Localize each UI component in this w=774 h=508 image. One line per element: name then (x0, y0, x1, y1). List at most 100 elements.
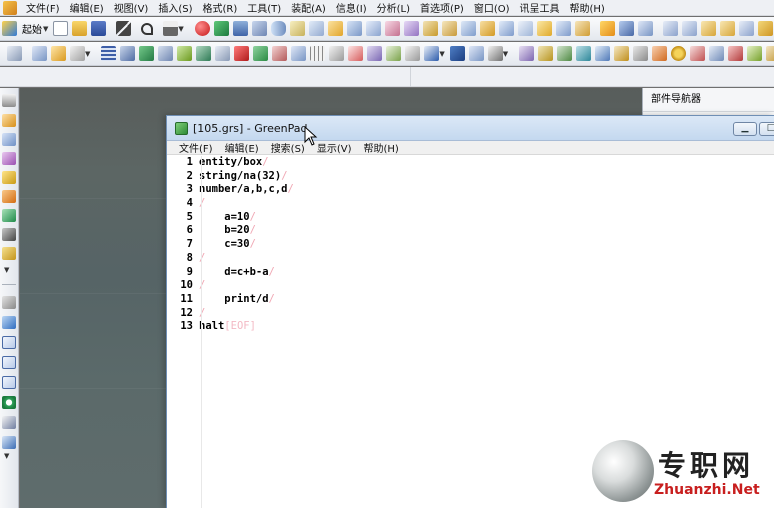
pattern-icon[interactable] (139, 46, 155, 61)
expression-icon[interactable] (120, 46, 136, 61)
start-icon[interactable] (2, 21, 17, 36)
chevron-down-icon[interactable]: ▼ (503, 50, 508, 58)
fit-view-icon[interactable] (757, 21, 773, 36)
sweep-icon[interactable] (346, 21, 362, 36)
filter-icon[interactable] (215, 46, 231, 61)
motion-icon[interactable] (576, 46, 592, 61)
pad-icon[interactable] (422, 21, 438, 36)
plane-icon[interactable] (348, 46, 364, 61)
gp-menu-file[interactable]: 文件(F) (173, 140, 219, 155)
cut-icon[interactable] (116, 21, 132, 36)
mold-icon[interactable] (690, 46, 706, 61)
gear-icon[interactable] (671, 46, 687, 61)
maximize-button[interactable]: □ (759, 122, 774, 136)
wire-cube-icon[interactable] (2, 376, 16, 389)
chart-icon[interactable] (2, 416, 16, 429)
menu-window[interactable]: 窗口(O) (469, 0, 515, 15)
menu-xuncheng-tools[interactable]: 讯呈工具 (515, 0, 565, 15)
feature-icon[interactable] (213, 21, 229, 36)
groove-icon[interactable] (460, 21, 476, 36)
editor-line[interactable]: 4/ (167, 197, 774, 211)
intersect-icon[interactable] (2, 228, 16, 241)
editor-line[interactable]: 2 string/na(32) / (167, 170, 774, 184)
revolve-icon[interactable] (327, 21, 343, 36)
constraint-icon[interactable] (538, 46, 554, 61)
component-icon[interactable] (70, 46, 85, 61)
text-icon[interactable] (424, 46, 440, 61)
new-file-icon[interactable] (53, 21, 69, 36)
chevron-down-icon[interactable]: ▼ (85, 50, 90, 58)
menu-preferences[interactable]: 首选项(P) (415, 0, 469, 15)
scroll-down-icon[interactable]: ▼ (4, 266, 9, 274)
shell-icon[interactable] (536, 21, 552, 36)
curve-icon[interactable] (618, 21, 634, 36)
render-icon[interactable] (468, 46, 484, 61)
menu-file[interactable]: 文件(F) (21, 0, 65, 15)
editor-line[interactable]: 9 d=c+b-a / (167, 266, 774, 280)
menu-insert[interactable]: 插入(S) (153, 0, 197, 15)
print-icon[interactable] (163, 21, 179, 36)
sheet-icon[interactable] (32, 46, 47, 61)
sphere-icon[interactable] (194, 21, 210, 36)
minimize-button[interactable]: ▁ (733, 122, 757, 136)
grid-icon[interactable] (310, 46, 326, 61)
gp-menu-help[interactable]: 帮助(H) (358, 140, 405, 155)
ruler-icon[interactable] (2, 94, 16, 107)
pocket-icon[interactable] (403, 21, 419, 36)
csys-icon[interactable] (367, 46, 383, 61)
editor-line[interactable]: 13 halt [EOF] (167, 320, 774, 334)
draft-icon[interactable] (555, 21, 571, 36)
surface-icon[interactable] (599, 21, 615, 36)
cylinder-icon[interactable] (270, 21, 286, 36)
dimension-icon[interactable] (386, 46, 402, 61)
measure-icon[interactable] (177, 46, 193, 61)
view-right-icon[interactable] (700, 21, 716, 36)
editor-line[interactable]: 7 c=30/ (167, 238, 774, 252)
save-icon[interactable] (91, 21, 107, 36)
knowledge-icon[interactable] (766, 46, 774, 61)
paint-icon[interactable] (2, 436, 16, 449)
offset-icon[interactable] (2, 190, 16, 203)
body-icon[interactable] (253, 46, 269, 61)
gp-menu-edit[interactable]: 编辑(E) (219, 140, 265, 155)
lock-icon[interactable] (232, 21, 248, 36)
point-icon[interactable] (272, 46, 288, 61)
color-icon[interactable] (234, 46, 250, 61)
annotation-icon[interactable] (405, 46, 421, 61)
manufacturing-icon[interactable] (614, 46, 630, 61)
weld-icon[interactable] (652, 46, 668, 61)
shade-icon[interactable] (487, 46, 503, 61)
datum-icon[interactable] (291, 46, 307, 61)
extrude-icon[interactable] (308, 21, 324, 36)
assembly-icon[interactable] (519, 46, 535, 61)
back-arrow-icon[interactable] (709, 46, 725, 61)
greenpad-titlebar[interactable]: [105.grs] - GreenPad ▁ □ (167, 116, 774, 141)
panel-title[interactable]: 部件导航器 (643, 88, 774, 112)
chevron-down-icon[interactable]: ▼ (439, 50, 444, 58)
editor-line[interactable]: 11 print/d / (167, 293, 774, 307)
open-folder-icon[interactable] (72, 21, 88, 36)
wire-cube-icon[interactable] (2, 356, 16, 369)
arc-icon[interactable] (2, 152, 16, 165)
scroll-down-icon[interactable]: ▼ (4, 452, 9, 460)
editor-line[interactable]: 5 a=10/ (167, 211, 774, 225)
brush-icon[interactable] (2, 296, 16, 309)
blend-icon[interactable] (498, 21, 514, 36)
part-icon[interactable] (51, 46, 66, 61)
block-icon[interactable] (289, 21, 305, 36)
undo-icon[interactable] (141, 22, 154, 35)
editor-line[interactable]: 8/ (167, 252, 774, 266)
snap-icon[interactable] (329, 46, 345, 61)
line-icon[interactable] (2, 133, 16, 146)
drafting-icon[interactable] (557, 46, 573, 61)
menu-format[interactable]: 格式(R) (198, 0, 243, 15)
boss-icon[interactable] (384, 21, 400, 36)
sketch-icon[interactable] (637, 21, 653, 36)
slot-icon[interactable] (441, 21, 457, 36)
menu-tools[interactable]: 工具(T) (242, 0, 286, 15)
wrap-icon[interactable] (2, 247, 16, 260)
refresh-icon[interactable] (2, 396, 16, 409)
project-icon[interactable] (2, 209, 16, 222)
triangle-icon[interactable] (2, 114, 16, 127)
editor-line[interactable]: 10 / (167, 279, 774, 293)
